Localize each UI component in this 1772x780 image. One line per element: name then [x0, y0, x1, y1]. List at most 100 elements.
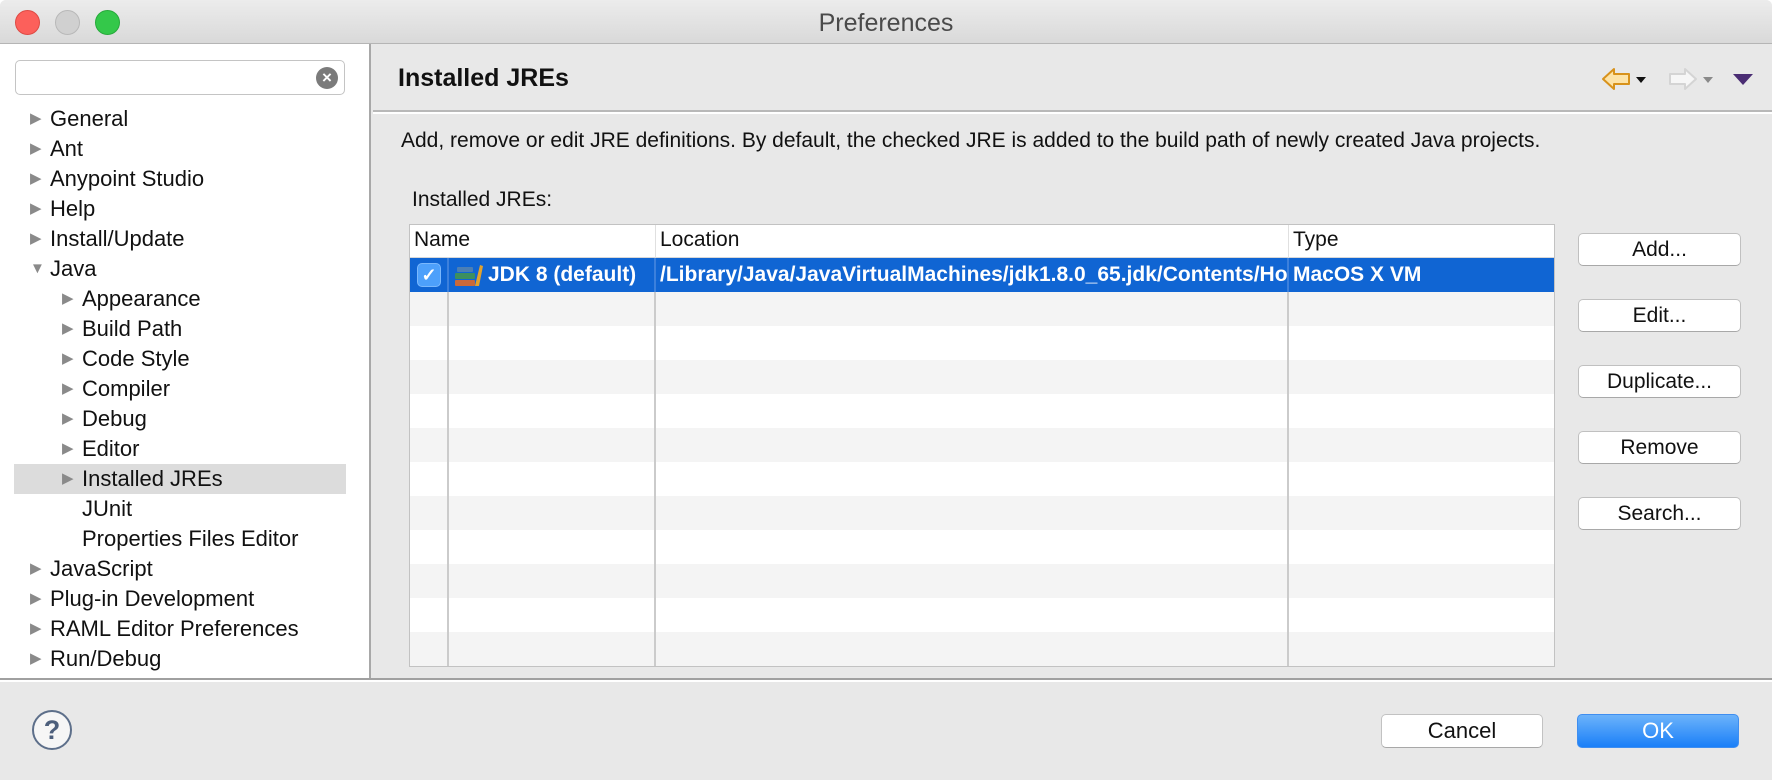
jdk-library-icon	[455, 265, 483, 286]
expand-arrow-icon[interactable]: ▶	[30, 194, 46, 224]
empty-row	[410, 360, 1554, 394]
filter-input[interactable]	[24, 65, 304, 90]
installed-jres-table[interactable]: Name Location Type ✓ JDK 8 (default) /Li…	[409, 224, 1555, 667]
tree-item-general[interactable]: ▶ General	[14, 104, 346, 134]
tree-item-label: Help	[50, 196, 96, 221]
preferences-tree: ▶ General ▶ Ant ▶ Anypoint Studio ▶ Help…	[14, 104, 346, 674]
expand-arrow-icon[interactable]: ▶	[30, 584, 46, 614]
tree-item-javascript[interactable]: ▶ JavaScript	[14, 554, 346, 584]
tree-item-installed-jres[interactable]: ▶ Installed JREs	[14, 464, 346, 494]
page-header: Installed JREs	[373, 44, 1772, 114]
back-button[interactable]	[1600, 64, 1652, 94]
tree-item-plug-in-development[interactable]: ▶ Plug-in Development	[14, 584, 346, 614]
empty-row	[410, 326, 1554, 360]
expand-arrow-icon[interactable]: ▶	[62, 374, 78, 404]
duplicate-button[interactable]: Duplicate...	[1578, 365, 1741, 398]
edit-button[interactable]: Edit...	[1578, 299, 1741, 332]
table-header: Name Location Type	[410, 225, 1554, 258]
cancel-button[interactable]: Cancel	[1381, 714, 1543, 748]
tree-item-label: Ant	[50, 136, 84, 161]
jre-type: MacOS X VM	[1293, 263, 1422, 286]
forward-button[interactable]	[1666, 64, 1718, 94]
tree-item-label: Installed JREs	[82, 466, 223, 491]
expand-arrow-icon[interactable]: ▶	[62, 464, 78, 494]
column-divider	[447, 258, 449, 292]
tree-item-label: JUnit	[82, 496, 133, 521]
tree-item-ant[interactable]: ▶ Ant	[14, 134, 346, 164]
jre-location: /Library/Java/JavaVirtualMachines/jdk1.8…	[660, 263, 1288, 286]
tree-item-anypoint-studio[interactable]: ▶ Anypoint Studio	[14, 164, 346, 194]
title-bar[interactable]: Preferences	[0, 0, 1772, 44]
tree-item-code-style[interactable]: ▶ Code Style	[14, 344, 346, 374]
tree-item-appearance[interactable]: ▶ Appearance	[14, 284, 346, 314]
dialog-footer: ? Cancel OK	[0, 678, 1772, 780]
tree-item-label: Debug	[82, 406, 147, 431]
clear-search-icon[interactable]: ×	[316, 67, 338, 89]
jre-name: JDK 8 (default)	[488, 263, 637, 286]
help-icon[interactable]: ?	[32, 710, 72, 750]
back-arrow-icon	[1602, 68, 1646, 90]
expand-arrow-icon[interactable]: ▶	[62, 404, 78, 434]
table-row[interactable]: ✓ JDK 8 (default) /Library/Java/JavaVirt…	[410, 258, 1554, 292]
tree-item-editor[interactable]: ▶ Editor	[14, 434, 346, 464]
column-divider	[1287, 258, 1289, 292]
expand-arrow-icon[interactable]: ▶	[30, 614, 46, 644]
page-title: Installed JREs	[398, 64, 569, 92]
tree-item-label: Build Path	[82, 316, 183, 341]
tree-item-label: Appearance	[82, 286, 201, 311]
search-button[interactable]: Search...	[1578, 497, 1741, 530]
expand-arrow-icon[interactable]: ▶	[30, 644, 46, 674]
empty-row	[410, 496, 1554, 530]
expand-arrow-icon[interactable]: ▶	[30, 164, 46, 194]
empty-row	[410, 462, 1554, 496]
tree-item-junit[interactable]: JUnit	[14, 494, 346, 524]
window-title: Preferences	[818, 9, 954, 37]
preference-page: Installed JREs Add, remove or edit JRE d…	[373, 44, 1772, 678]
tree-item-label: Compiler	[82, 376, 171, 401]
tree-item-label: Java	[50, 256, 97, 281]
add-button[interactable]: Add...	[1578, 233, 1741, 266]
tree-item-label: Install/Update	[50, 226, 185, 251]
tree-item-debug[interactable]: ▶ Debug	[14, 404, 346, 434]
tree-item-label: Code Style	[82, 346, 190, 371]
expand-arrow-icon[interactable]: ▶	[30, 134, 46, 164]
expand-arrow-icon[interactable]: ▶	[30, 224, 46, 254]
installed-jres-label: Installed JREs:	[412, 188, 553, 211]
preferences-window: Preferences × ▶ General ▶ Ant ▶ Anypoint…	[0, 0, 1772, 780]
expand-arrow-icon[interactable]: ▶	[30, 554, 46, 584]
tree-item-label: Plug-in Development	[50, 586, 255, 611]
default-jre-checkbox[interactable]: ✓	[417, 263, 441, 287]
tree-item-label: JavaScript	[50, 556, 153, 581]
tree-item-label: Anypoint Studio	[50, 166, 205, 191]
tree-item-label: Editor	[82, 436, 140, 461]
view-menu-button[interactable]	[1730, 64, 1756, 94]
expand-arrow-icon[interactable]: ▶	[30, 104, 46, 134]
column-header-name[interactable]: Name	[410, 225, 655, 258]
filter-search-field[interactable]: ×	[15, 60, 345, 95]
expand-arrow-icon[interactable]: ▶	[62, 434, 78, 464]
view-menu-icon	[1733, 74, 1753, 85]
tree-item-label: Properties Files Editor	[82, 526, 299, 551]
collapse-arrow-icon[interactable]: ▼	[30, 254, 46, 284]
tree-item-properties-files-editor[interactable]: Properties Files Editor	[14, 524, 346, 554]
column-header-type[interactable]: Type	[1288, 225, 1554, 258]
empty-row	[410, 598, 1554, 632]
expand-arrow-icon[interactable]: ▶	[62, 314, 78, 344]
preferences-sidebar: × ▶ General ▶ Ant ▶ Anypoint Studio ▶ He…	[0, 44, 371, 678]
empty-row	[410, 530, 1554, 564]
column-header-location[interactable]: Location	[655, 225, 1288, 258]
remove-button[interactable]: Remove	[1578, 431, 1741, 464]
expand-arrow-icon[interactable]: ▶	[62, 344, 78, 374]
forward-arrow-icon	[1669, 68, 1713, 90]
tree-item-build-path[interactable]: ▶ Build Path	[14, 314, 346, 344]
tree-item-run-debug[interactable]: ▶ Run/Debug	[14, 644, 346, 674]
tree-item-raml-editor-preferences[interactable]: ▶ RAML Editor Preferences	[14, 614, 346, 644]
tree-item-label: General	[50, 106, 129, 131]
ok-button[interactable]: OK	[1577, 714, 1739, 748]
tree-item-compiler[interactable]: ▶ Compiler	[14, 374, 346, 404]
column-divider	[1287, 292, 1289, 666]
tree-item-install-update[interactable]: ▶ Install/Update	[14, 224, 346, 254]
expand-arrow-icon[interactable]: ▶	[62, 284, 78, 314]
tree-item-java[interactable]: ▼ Java	[14, 254, 346, 284]
tree-item-help[interactable]: ▶ Help	[14, 194, 346, 224]
